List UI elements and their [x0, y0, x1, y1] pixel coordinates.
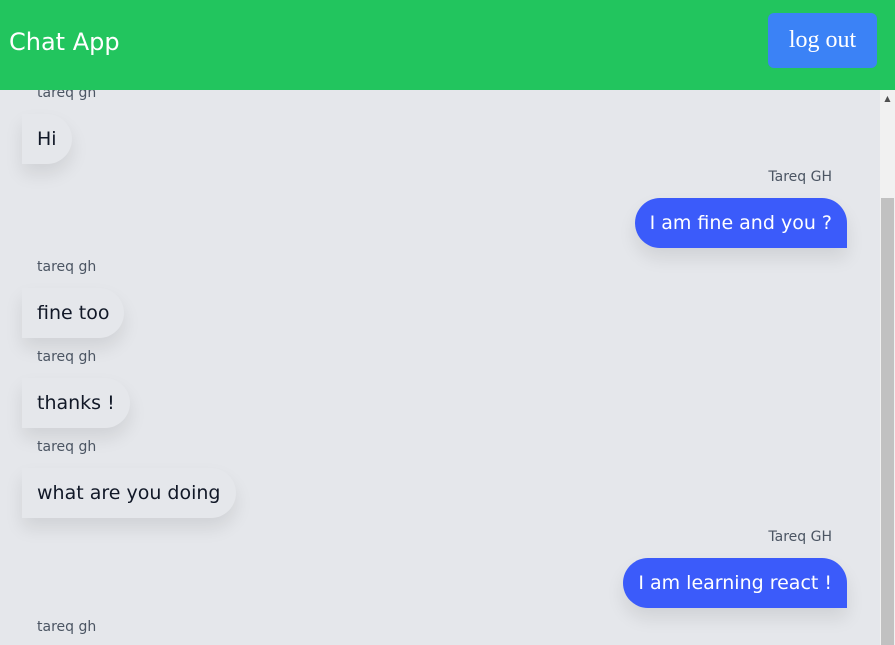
message-item: Tareq GH I am fine and you ?: [634, 169, 847, 248]
message-item: tareq gh what are you doing: [22, 439, 236, 518]
message-bubble: fine too: [22, 288, 125, 338]
logout-button[interactable]: log out: [768, 13, 877, 68]
message-sender: tareq gh: [37, 349, 97, 365]
message-list[interactable]: tareq gh Hi Tareq GH I am fine and you ?…: [0, 90, 880, 645]
message-sender: Tareq GH: [768, 169, 832, 185]
scroll-up-arrow-icon[interactable]: ▲: [880, 90, 895, 107]
message-bubble: I am fine and you ?: [634, 198, 847, 248]
message-sender: tareq gh: [37, 439, 97, 455]
message-item: tareq gh thanks !: [22, 349, 130, 428]
message-sender: Tareq GH: [768, 529, 832, 545]
message-bubble: I am learning react !: [623, 558, 847, 608]
message-sender: tareq gh: [37, 90, 97, 101]
message-bubble: Hi: [22, 114, 72, 164]
message-sender: tareq gh: [37, 619, 97, 635]
message-item: tareq gh fine too: [22, 259, 125, 338]
app-header: Chat App log out: [0, 0, 895, 90]
message-item: Tareq GH I am learning react !: [623, 529, 847, 608]
message-bubble: what are you doing: [22, 468, 236, 518]
message-item: tareq gh Hi: [22, 90, 96, 164]
message-sender: tareq gh: [37, 259, 97, 275]
scrollbar-thumb[interactable]: [881, 198, 894, 645]
message-bubble: thanks !: [22, 378, 130, 428]
app-title: Chat App: [9, 28, 120, 56]
message-list-scrollbar[interactable]: ▲: [880, 90, 895, 645]
